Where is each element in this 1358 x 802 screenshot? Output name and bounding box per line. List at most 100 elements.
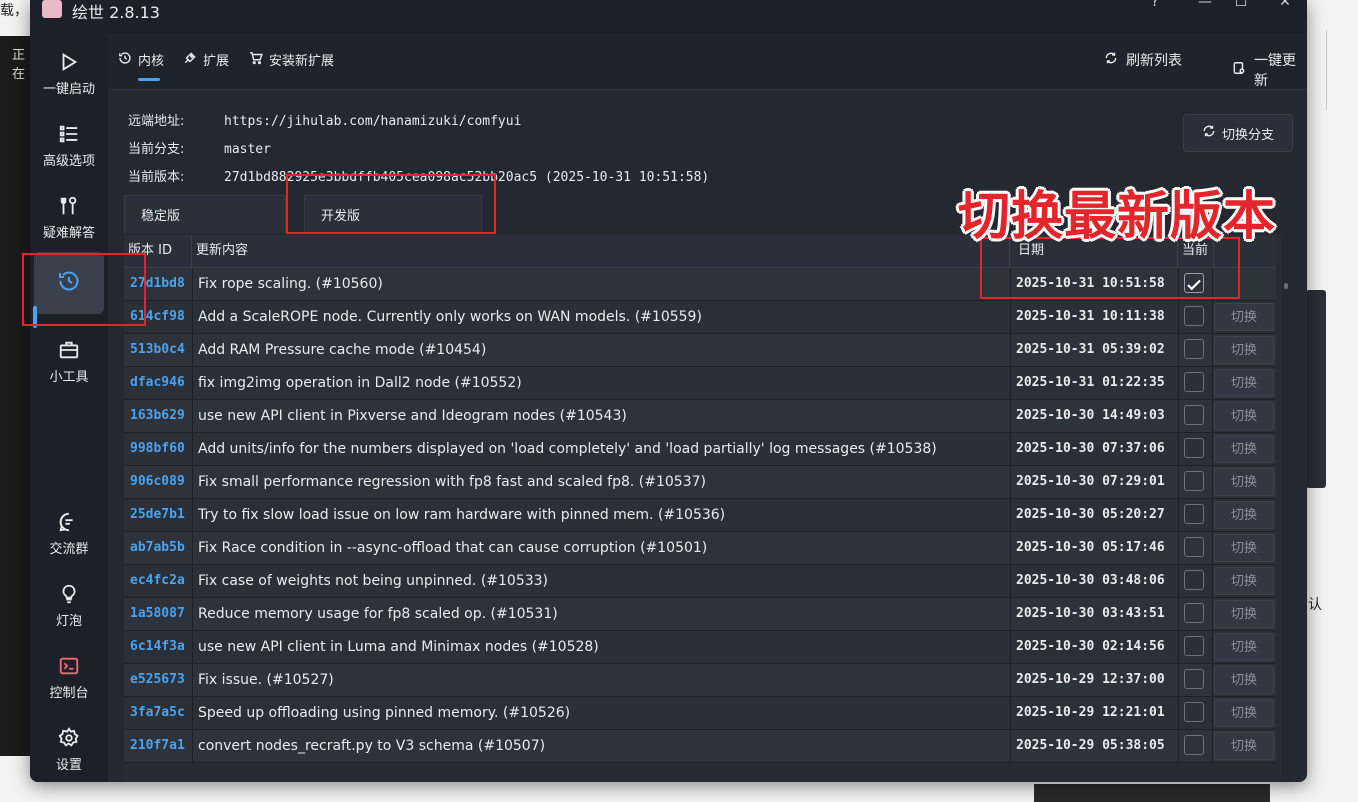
switch-branch-label: 切换分支	[1221, 127, 1274, 143]
sidebar-item-community[interactable]: 交流群	[34, 502, 104, 564]
update-content: Fix small performance regression with fp…	[198, 474, 706, 490]
version-id: e525673	[130, 672, 185, 687]
column-divider	[1212, 631, 1213, 663]
current-checkbox[interactable]	[1184, 735, 1204, 755]
sidebar-item-console[interactable]: 控制台	[34, 646, 104, 708]
current-checkbox[interactable]	[1184, 471, 1204, 491]
commit-date: 2025-10-29 12:37:00	[1016, 672, 1165, 687]
current-checkbox[interactable]	[1184, 570, 1204, 590]
history-icon	[118, 51, 132, 69]
table-row: 6c14f3a use new API client in Luma and Mi…	[124, 631, 1276, 664]
column-divider	[1178, 532, 1179, 564]
switch-version-button[interactable]: 切换	[1214, 699, 1274, 727]
current-checkbox[interactable]	[1184, 405, 1204, 425]
switch-version-button[interactable]: 切换	[1214, 534, 1274, 562]
remote-url-label: 远端地址:	[128, 114, 185, 129]
current-checkbox[interactable]	[1184, 537, 1204, 557]
column-divider	[1212, 466, 1213, 498]
current-checkbox[interactable]	[1184, 372, 1204, 392]
sidebar-item-troubleshoot[interactable]: 疑难解答	[34, 186, 104, 248]
commit-date: 2025-10-30 05:17:46	[1016, 540, 1165, 555]
column-divider	[1010, 730, 1011, 762]
column-divider	[1010, 697, 1011, 729]
column-divider	[192, 730, 193, 762]
tab-stable[interactable]: 稳定版	[124, 195, 286, 233]
switch-version-button[interactable]: 切换	[1214, 732, 1274, 760]
column-divider	[192, 367, 193, 399]
switch-version-button[interactable]: 切换	[1214, 633, 1274, 661]
update-content: Add a ScaleROPE node. Currently only wor…	[198, 309, 702, 325]
version-id: 1a58087	[130, 606, 185, 621]
version-id: dfac946	[130, 375, 185, 390]
current-checkbox[interactable]	[1184, 504, 1204, 524]
scrollbar-thumb[interactable]	[1284, 283, 1288, 289]
close-button[interactable]: ✕	[1270, 0, 1300, 10]
switch-version-button[interactable]: 切换	[1214, 468, 1274, 496]
commit-date: 2025-10-29 12:21:01	[1016, 705, 1165, 720]
switch-version-button[interactable]: 切换	[1214, 600, 1274, 628]
column-divider	[1010, 631, 1011, 663]
background-terminal-text: 正在	[12, 48, 26, 82]
current-checkbox[interactable]	[1184, 438, 1204, 458]
title-bar[interactable]: 绘世 2.8.13 ? — ☐ ✕	[30, 0, 1307, 34]
switch-version-button[interactable]: 切换	[1214, 567, 1274, 595]
current-checkbox[interactable]	[1184, 339, 1204, 359]
current-checkbox[interactable]	[1184, 702, 1204, 722]
tab-install-extension[interactable]: 安装新扩展	[249, 50, 334, 69]
sidebar-item-bulb[interactable]: 灯泡	[34, 574, 104, 636]
sidebar: 一键启动 高级选项 疑难解答 小工具 交流群 灯泡 控制台 设置	[30, 34, 108, 782]
switch-version-button[interactable]: 切换	[1214, 369, 1274, 397]
switch-version-button[interactable]: 切换	[1214, 303, 1274, 331]
tab-extensions[interactable]: 扩展	[183, 50, 229, 69]
switch-version-button[interactable]: 切换	[1214, 666, 1274, 694]
current-checkbox[interactable]	[1184, 669, 1204, 689]
table-scrollbar[interactable]	[1282, 269, 1290, 779]
maximize-button[interactable]: ☐	[1226, 0, 1256, 10]
update-content: use new API client in Pixverse and Ideog…	[198, 408, 627, 424]
current-checkbox[interactable]	[1184, 636, 1204, 656]
switch-version-button[interactable]: 切换	[1214, 435, 1274, 463]
commit-date: 2025-10-29 05:38:05	[1016, 738, 1165, 753]
minimize-button[interactable]: —	[1190, 0, 1220, 10]
switch-version-button[interactable]: 切换	[1214, 501, 1274, 529]
sidebar-item-launch[interactable]: 一键启动	[34, 42, 104, 104]
version-id: 210f7a1	[130, 738, 185, 753]
background-taskbar	[1034, 784, 1270, 802]
tools-icon	[57, 194, 81, 218]
column-divider	[192, 334, 193, 366]
column-divider	[192, 532, 193, 564]
column-divider	[192, 565, 193, 597]
one-click-update-button[interactable]: 一键更新	[1232, 50, 1307, 90]
toolbox-icon	[57, 338, 81, 362]
version-table: 版本 ID 更新内容 日期 当前 27d1bd8 Fix rope scaling…	[124, 235, 1282, 782]
version-id: ec4fc2a	[130, 573, 185, 588]
table-row: 163b629 use new API client in Pixverse an…	[124, 400, 1276, 433]
column-divider	[1212, 367, 1213, 399]
column-divider	[192, 598, 193, 630]
update-icon	[1232, 61, 1246, 79]
background-panel	[1306, 290, 1326, 488]
switch-version-button[interactable]: 切换	[1214, 402, 1274, 430]
refresh-list-button[interactable]: 刷新列表	[1104, 50, 1182, 70]
commit-date: 2025-10-30 07:37:06	[1016, 441, 1165, 456]
current-checkbox[interactable]	[1184, 306, 1204, 326]
switch-version-button[interactable]: 切换	[1214, 336, 1274, 364]
column-divider	[1010, 334, 1011, 366]
annotation-box-version-nav	[22, 253, 146, 326]
tab-core[interactable]: 内核	[118, 50, 164, 81]
column-divider	[1178, 367, 1179, 399]
column-divider	[1178, 334, 1179, 366]
remote-url-value: https://jihulab.com/hanamizuki/comfyui	[224, 114, 522, 129]
sidebar-item-advanced[interactable]: 高级选项	[34, 114, 104, 176]
commit-date: 2025-10-31 10:11:38	[1016, 309, 1165, 324]
switch-branch-button[interactable]: 切换分支	[1183, 114, 1293, 152]
header-update-content[interactable]: 更新内容	[192, 235, 1010, 267]
sidebar-item-tools[interactable]: 小工具	[34, 330, 104, 392]
commit-date: 2025-10-30 03:48:06	[1016, 573, 1165, 588]
current-checkbox[interactable]	[1184, 603, 1204, 623]
table-row: 906c089 Fix small performance regression …	[124, 466, 1276, 499]
commit-date: 2025-10-30 05:20:27	[1016, 507, 1165, 522]
one-click-update-label: 一键更新	[1254, 53, 1296, 89]
help-button[interactable]: ?	[1140, 0, 1170, 10]
sidebar-item-settings[interactable]: 设置	[34, 718, 104, 780]
